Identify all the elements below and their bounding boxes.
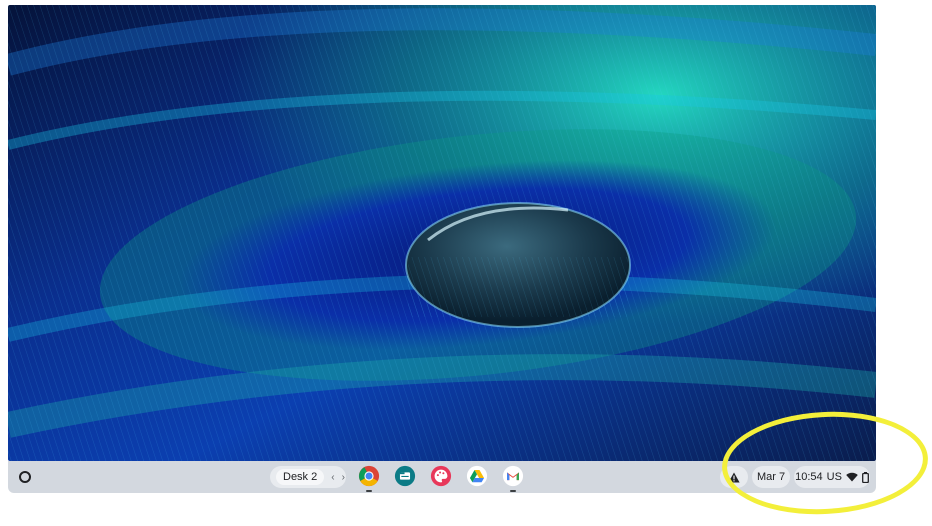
launcher-circle-icon	[19, 471, 31, 483]
running-indicator	[510, 490, 516, 492]
desk-next-icon[interactable]: ›	[342, 472, 345, 483]
running-indicator	[366, 490, 372, 492]
date-label: Mar 7	[756, 471, 786, 483]
files-icon	[394, 465, 416, 487]
app-chrome[interactable]	[358, 465, 380, 492]
desk-switcher: Desk 2 ‹ ›	[270, 466, 346, 488]
clock-label: 10:54	[795, 471, 823, 483]
palette-icon	[430, 465, 452, 487]
desktop-wallpaper	[8, 5, 876, 461]
battery-icon	[861, 471, 869, 483]
chrome-icon	[358, 465, 380, 487]
desk-prev-icon[interactable]: ‹	[331, 472, 334, 483]
gmail-icon	[502, 465, 524, 487]
drive-icon	[466, 465, 488, 487]
ime-label: US	[826, 471, 842, 483]
wallpaper-image	[8, 5, 876, 461]
app-canvas[interactable]	[430, 465, 452, 489]
wifi-icon	[846, 472, 858, 482]
launcher-button[interactable]	[16, 468, 34, 486]
app-drive[interactable]	[466, 465, 488, 489]
desk-button[interactable]: Desk 2	[276, 469, 325, 485]
shelf: Desk 2 ‹ › Mar 7 10:54 US	[8, 461, 876, 493]
warning-icon	[728, 472, 740, 482]
status-area-button[interactable]: 10:54 US	[794, 466, 870, 488]
app-gmail[interactable]	[502, 465, 524, 492]
date-button[interactable]: Mar 7	[752, 466, 790, 488]
notification-button[interactable]	[720, 466, 748, 488]
pinned-apps	[358, 465, 524, 492]
app-files[interactable]	[394, 465, 416, 489]
